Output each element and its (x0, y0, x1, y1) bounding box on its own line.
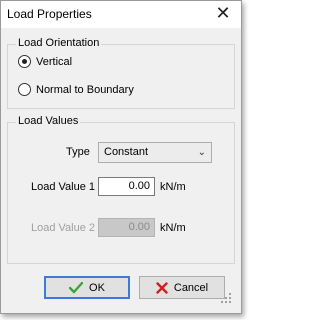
radio-label-vertical: Vertical (36, 55, 73, 68)
ok-button[interactable]: OK (44, 276, 130, 299)
ok-button-label: OK (89, 281, 105, 294)
load-properties-dialog: Load Properties ✕ Load Orientation Verti… (0, 0, 242, 314)
cancel-button[interactable]: Cancel (139, 276, 225, 299)
cross-icon (156, 281, 168, 294)
radio-button-normal[interactable] (18, 83, 31, 96)
radio-vertical[interactable]: Vertical (18, 55, 72, 68)
load-value-1-input[interactable]: 0.00 (98, 177, 155, 196)
radio-label-normal: Normal to Boundary (36, 83, 134, 96)
cancel-button-label: Cancel (173, 281, 209, 294)
group-title-values: Load Values (16, 115, 81, 127)
checkmark-icon (69, 281, 84, 294)
type-select-value: Constant (104, 146, 149, 158)
window-title: Load Properties (7, 7, 92, 21)
title-bar[interactable]: Load Properties ✕ (1, 1, 241, 28)
load-values-group: Load Values Type Constant ⌄ Load Value 1… (7, 115, 235, 264)
resize-grip-icon[interactable] (221, 293, 231, 303)
load-value-2-input: 0.00 (98, 218, 155, 237)
load-orientation-group: Load Orientation Vertical Normal to Boun… (7, 37, 235, 109)
radio-button-vertical[interactable] (18, 55, 31, 68)
load-value-2-unit: kN/m (160, 222, 186, 234)
group-title-orientation: Load Orientation (16, 37, 102, 49)
load-value-2-label: Load Value 2 (31, 222, 96, 234)
load-value-1-unit: kN/m (160, 181, 186, 193)
chevron-down-icon: ⌄ (197, 147, 206, 158)
load-value-1-label: Load Value 1 (31, 181, 96, 193)
type-label: Type (66, 146, 90, 158)
type-select[interactable]: Constant ⌄ (98, 142, 212, 163)
radio-normal-to-boundary[interactable]: Normal to Boundary (18, 83, 134, 96)
close-icon[interactable]: ✕ (213, 4, 233, 24)
